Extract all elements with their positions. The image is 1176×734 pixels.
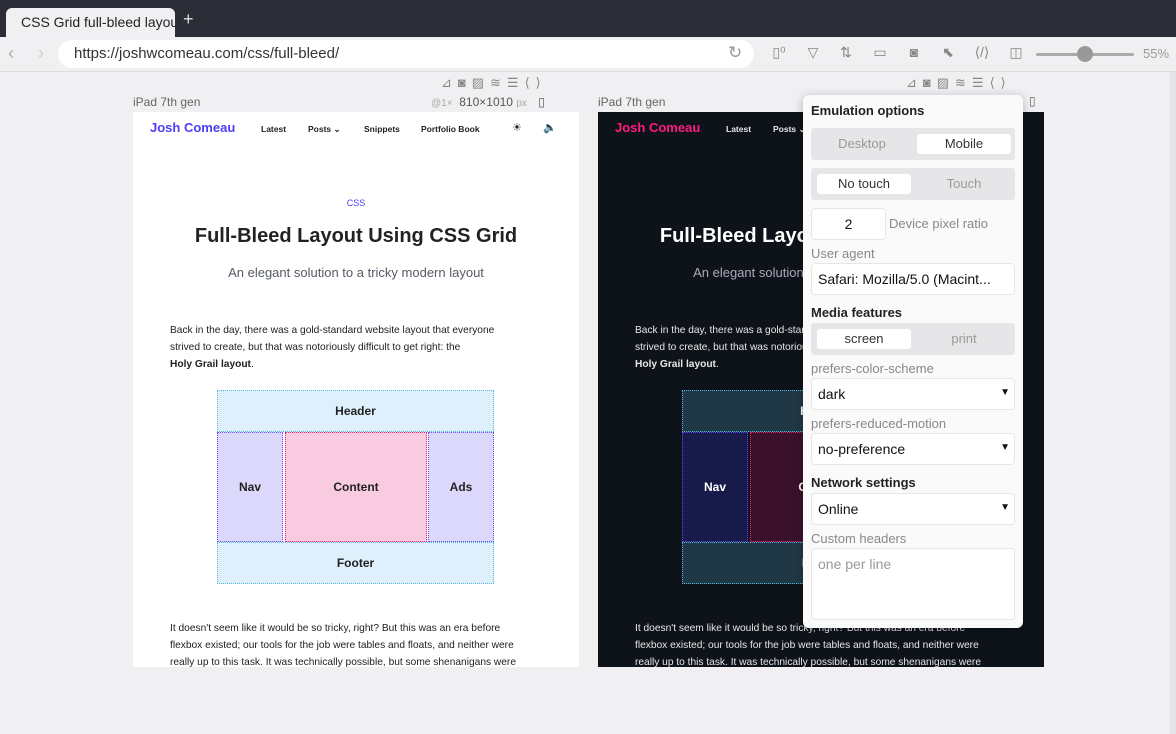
device-name[interactable]: iPad 7th gen xyxy=(133,95,200,109)
nav-snippets[interactable]: Snippets xyxy=(364,124,400,134)
nav-posts[interactable]: Posts ⌄ xyxy=(308,124,341,135)
desktop-option[interactable]: Desktop xyxy=(815,134,909,154)
site-logo[interactable]: Josh Comeau xyxy=(150,120,235,135)
network-title: Network settings xyxy=(811,475,916,490)
grid-header: Header xyxy=(217,390,494,432)
zoom-value: 55% xyxy=(1143,46,1170,61)
dpr-label: Device pixel ratio xyxy=(889,216,988,231)
holy-grail-diagram[interactable]: Header Nav Content Ads Footer xyxy=(217,390,494,584)
dropdown-caret-icon: ▼ xyxy=(1000,442,1010,453)
category[interactable]: CSS xyxy=(133,198,579,208)
grid-nav: Nav xyxy=(682,432,748,542)
media-toggle: screen print xyxy=(811,323,1015,355)
new-tab-button[interactable]: + xyxy=(183,9,194,30)
width[interactable]: 810 xyxy=(459,95,479,109)
paragraph: Back in the day, there was a gold-standa… xyxy=(170,325,495,370)
sun-icon[interactable]: ☀ xyxy=(512,121,522,134)
dropdown-caret-icon: ▼ xyxy=(1000,387,1010,398)
media-title: Media features xyxy=(811,305,903,320)
device-toolbar-icons[interactable]: ⊿◙▨≋☰⟨⟩ xyxy=(441,75,547,91)
device-mode-toggle: Desktop Mobile xyxy=(811,128,1015,160)
nav-latest[interactable]: Latest xyxy=(726,124,751,134)
reduced-motion-select[interactable]: no-preference ▼ xyxy=(811,433,1015,465)
disable-js-icon[interactable]: ⟨/⟩ xyxy=(971,44,993,61)
rotate-icon[interactable]: ▯ xyxy=(1029,94,1036,108)
grid-nav: Nav xyxy=(217,432,283,542)
device-toolbar-icons[interactable]: ⊿◙▨≋☰⟨⟩ xyxy=(906,75,1012,91)
mobile-option[interactable]: Mobile xyxy=(917,134,1011,154)
user-agent-input[interactable]: Safari: Mozilla/5.0 (Macint... xyxy=(811,263,1015,295)
color-scheme-select[interactable]: dark ▼ xyxy=(811,378,1015,410)
inspect-icon[interactable]: ⬉ xyxy=(937,44,959,61)
page-title: Full-Bleed Layout Using CSS Grid xyxy=(194,225,518,247)
pcs-label: prefers-color-scheme xyxy=(811,361,934,376)
scrollbar[interactable] xyxy=(1170,72,1176,734)
dropdown-caret-icon: ▼ xyxy=(1000,502,1010,513)
reload-icon[interactable]: ↻ xyxy=(728,43,742,63)
screen-option[interactable]: screen xyxy=(817,329,911,349)
url-input[interactable]: https://joshwcomeau.com/css/full-bleed/ xyxy=(58,40,754,68)
nav-latest[interactable]: Latest xyxy=(261,124,286,134)
height[interactable]: 1010 xyxy=(486,95,513,109)
scale: @1× xyxy=(431,98,453,109)
device-name[interactable]: iPad 7th gen xyxy=(598,95,665,109)
camera-icon[interactable]: ◙ xyxy=(903,44,925,60)
sort-icon[interactable]: ⇅ xyxy=(835,44,857,61)
touch-option[interactable]: Touch xyxy=(917,174,1011,194)
grid-ads: Ads xyxy=(428,432,494,542)
forward-icon[interactable]: › xyxy=(38,43,44,64)
print-option[interactable]: print xyxy=(917,329,1011,349)
nav-portfolio[interactable]: Portfolio Book xyxy=(421,124,480,134)
grid-content: Content xyxy=(285,432,427,542)
devices-icon[interactable]: ▭ xyxy=(869,44,891,61)
headers-label: Custom headers xyxy=(811,531,907,546)
dpr-input[interactable]: 2 xyxy=(811,208,886,240)
zoom-slider-thumb[interactable] xyxy=(1077,46,1093,62)
unit: px xyxy=(516,98,527,109)
nav-posts[interactable]: Posts ⌄ xyxy=(773,124,806,135)
prm-label: prefers-reduced-motion xyxy=(811,416,947,431)
browser-tab[interactable]: CSS Grid full-bleed layout xyxy=(6,8,175,37)
preview-light[interactable]: Josh Comeau Latest Posts ⌄ Snippets Port… xyxy=(133,112,579,667)
touch-toggle: No touch Touch xyxy=(811,168,1015,200)
layout-icon[interactable]: ▯⁰ xyxy=(768,44,790,61)
custom-headers-textarea[interactable]: one per line xyxy=(811,548,1015,620)
site-logo[interactable]: Josh Comeau xyxy=(615,120,700,135)
emulation-popover: Emulation options Desktop Mobile No touc… xyxy=(803,95,1023,628)
paragraph: It doesn't seem like it would be so tric… xyxy=(170,623,516,667)
sound-icon[interactable]: 🔈 xyxy=(543,121,557,134)
rotate-icon[interactable]: ▯ xyxy=(538,95,545,109)
emulation-title: Emulation options xyxy=(811,103,925,118)
filter-icon[interactable]: ▽ xyxy=(802,44,824,61)
ua-label: User agent xyxy=(811,246,875,261)
sidebar-icon[interactable]: ◫ xyxy=(1005,44,1027,61)
back-icon[interactable]: ‹ xyxy=(8,43,14,64)
network-select[interactable]: Online ▼ xyxy=(811,493,1015,525)
device-dimensions: @1× 810×1010 px ▯ xyxy=(431,95,545,109)
tab-bar xyxy=(0,0,1176,37)
subtitle: An elegant solution to a tricky modern l… xyxy=(228,265,484,280)
grid-footer: Footer xyxy=(217,542,494,584)
no-touch-option[interactable]: No touch xyxy=(817,174,911,194)
